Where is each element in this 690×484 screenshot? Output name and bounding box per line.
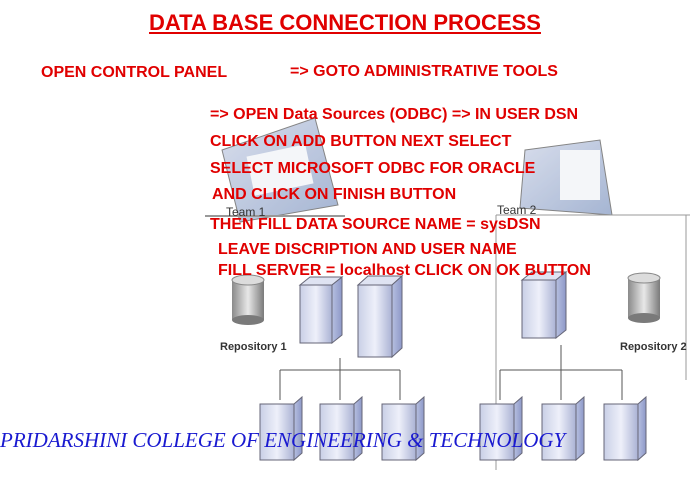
step-open-control-panel: OPEN CONTROL PANEL bbox=[41, 64, 228, 81]
server-icon bbox=[356, 274, 404, 359]
college-name: PRIDARSHINI COLLEGE OF ENGINEERING & TEC… bbox=[0, 428, 566, 452]
page-title: DATA BASE CONNECTION PROCESS bbox=[149, 10, 541, 35]
database-icon bbox=[231, 274, 265, 325]
server-icon bbox=[298, 275, 344, 345]
team2-label: Team 2 bbox=[497, 203, 537, 217]
step-goto-admin-tools: => GOTO ADMINISTRATIVE TOOLS bbox=[290, 63, 558, 80]
repository2-label: Repository 2 bbox=[620, 341, 687, 353]
step-click-finish: AND CLICK ON FINISH BUTTON bbox=[212, 186, 457, 203]
step-leave-description: LEAVE DISCRIPTION AND USER NAME bbox=[218, 241, 517, 258]
step-fill-server: FILL SERVER = localhost CLICK ON OK BUTT… bbox=[218, 262, 591, 279]
repository1-label: Repository 1 bbox=[220, 341, 287, 353]
step-open-odbc: => OPEN Data Sources (ODBC) => IN USER D… bbox=[210, 106, 579, 123]
server-icon bbox=[520, 270, 568, 340]
step-select-driver: SELECT MICROSOFT ODBC FOR ORACLE bbox=[210, 160, 536, 177]
step-fill-dsn: THEN FILL DATA SOURCE NAME = sysDSN bbox=[210, 216, 541, 233]
database-icon bbox=[627, 272, 661, 323]
client-server-icon bbox=[603, 395, 647, 462]
step-click-add: CLICK ON ADD BUTTON NEXT SELECT bbox=[210, 133, 512, 150]
